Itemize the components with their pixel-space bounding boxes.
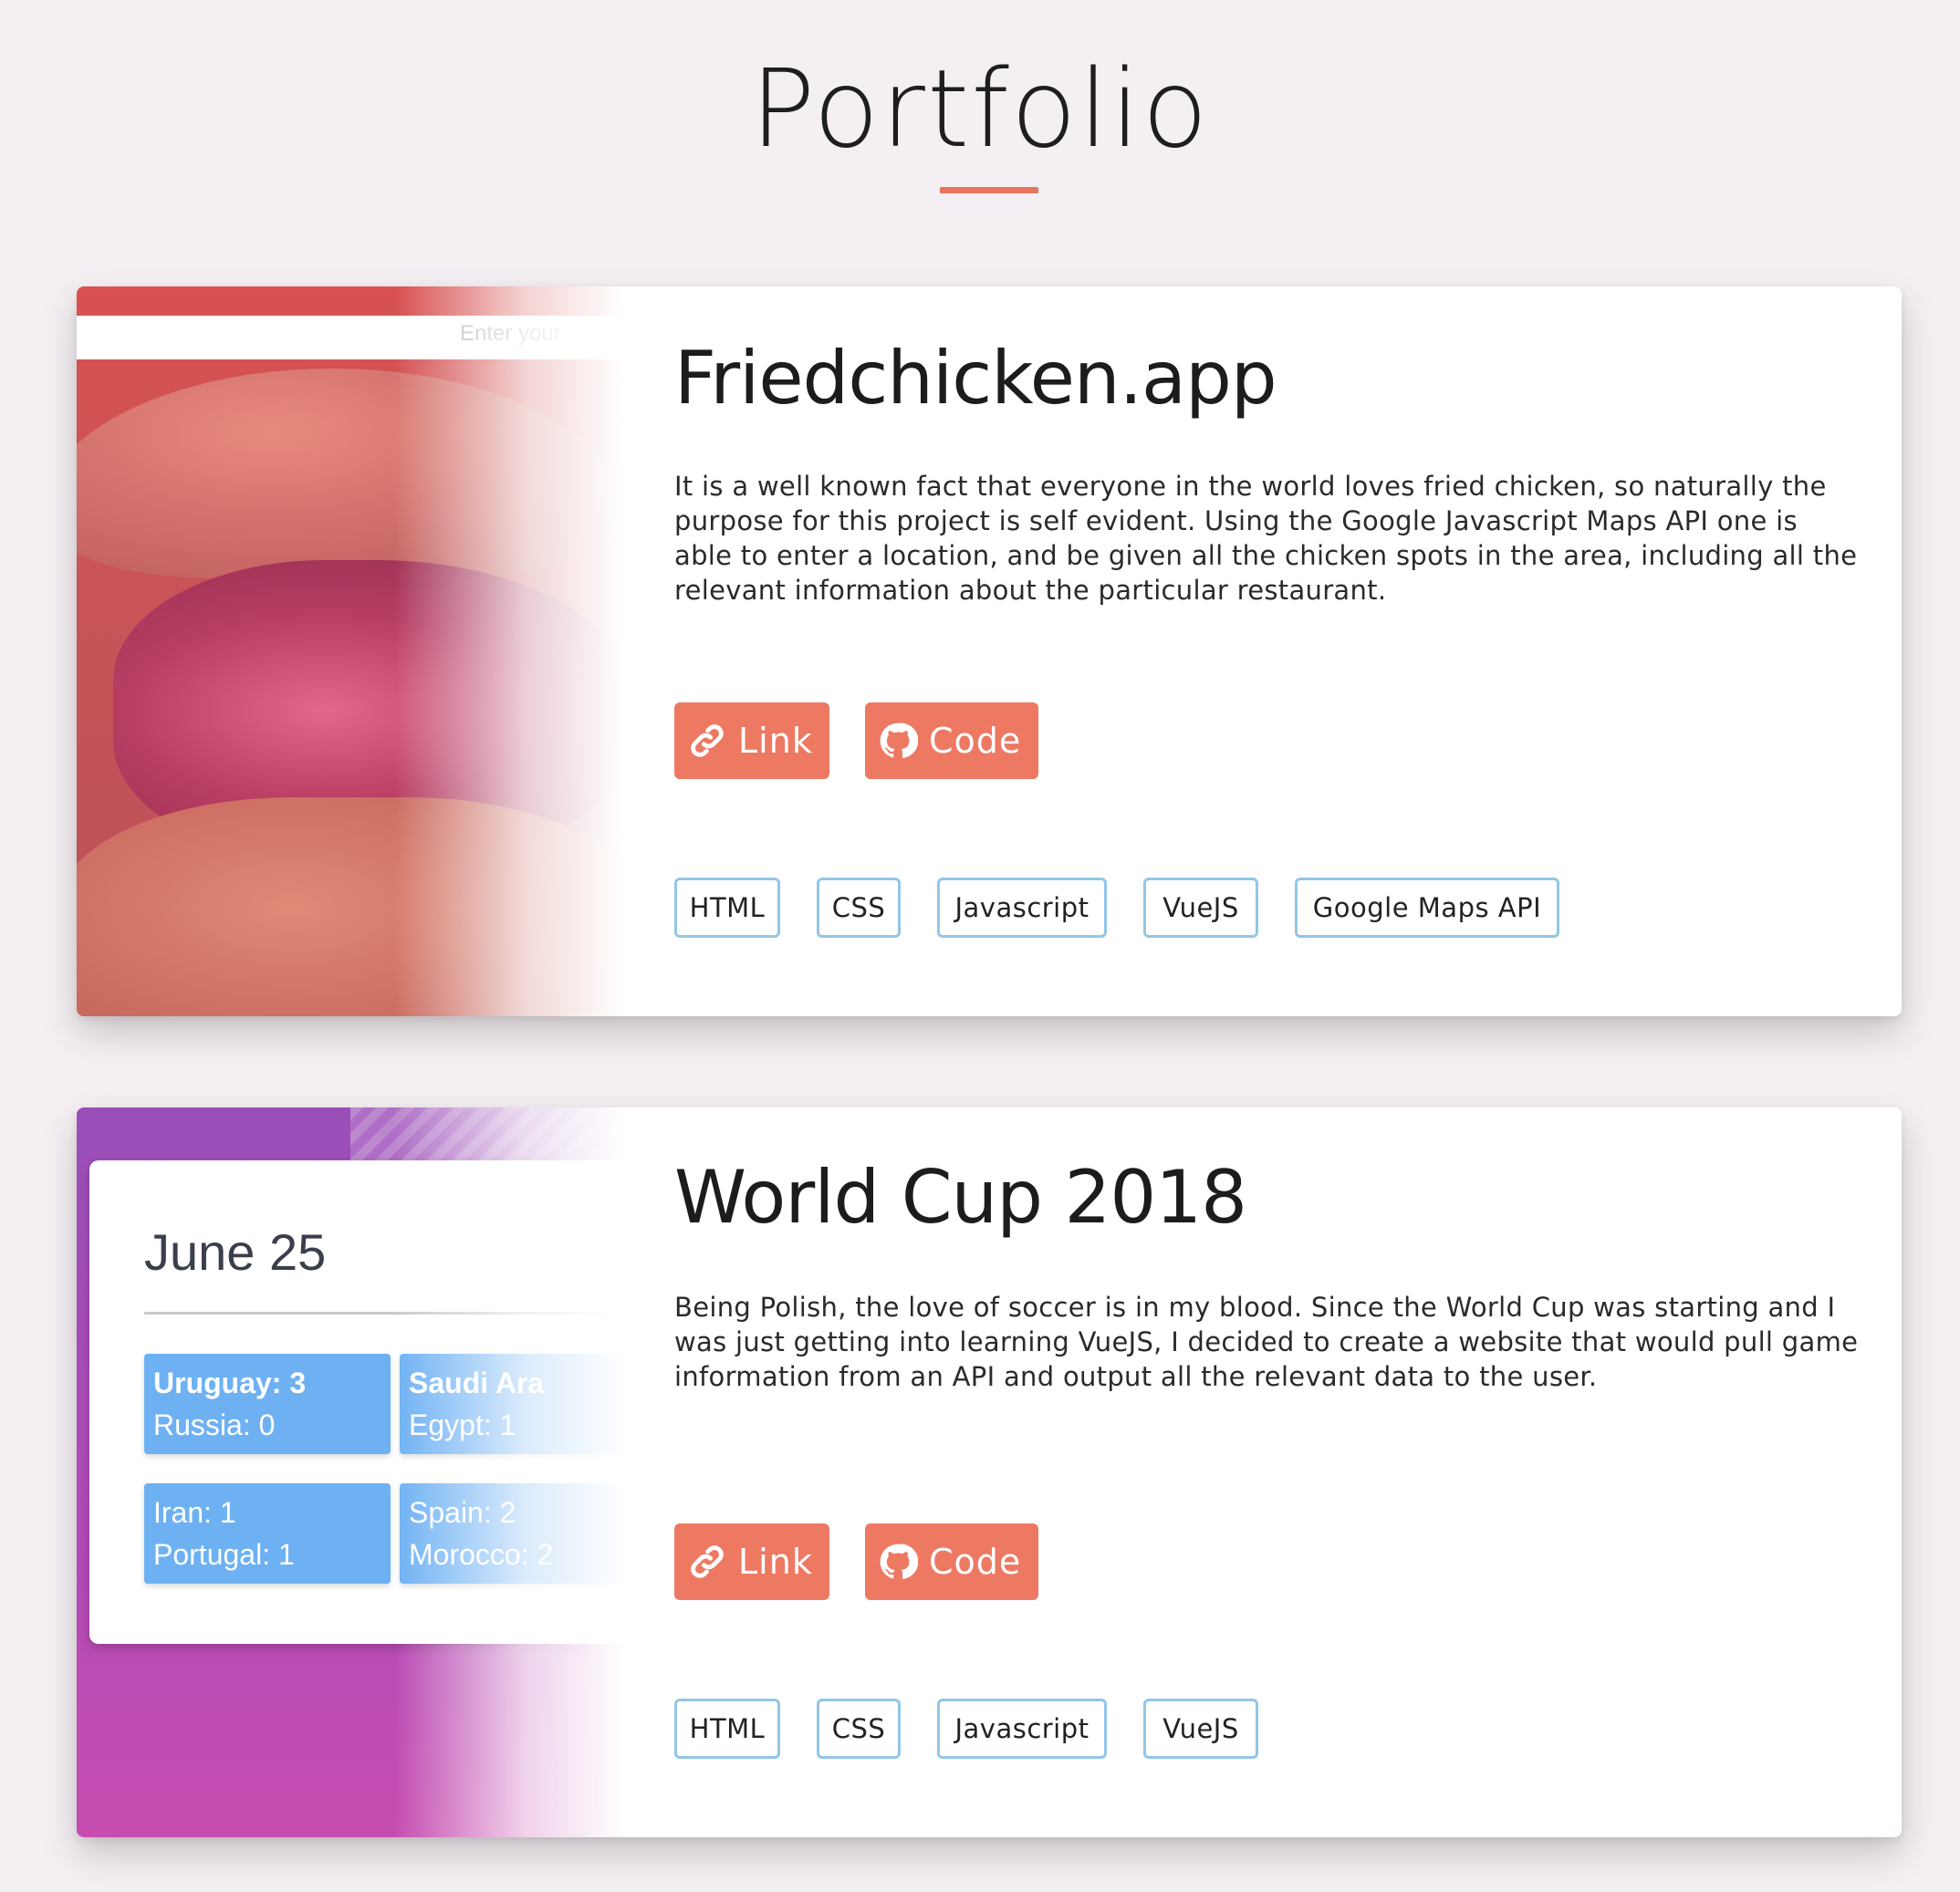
- project-thumbnail: June 25 Uruguay: 3 Russia: 0 Saudi Ara E…: [77, 1107, 624, 1837]
- link-button-label: Link: [738, 721, 813, 761]
- tag: CSS: [817, 878, 901, 938]
- tag: VueJS: [1143, 878, 1258, 938]
- match-tile: Uruguay: 3 Russia: 0: [144, 1354, 391, 1454]
- github-icon: [880, 1544, 918, 1579]
- link-button-label: Link: [738, 1542, 813, 1582]
- tag: VueJS: [1143, 1699, 1258, 1759]
- link-button[interactable]: Link: [674, 702, 829, 779]
- code-button[interactable]: Code: [865, 702, 1038, 779]
- github-icon: [880, 722, 918, 758]
- tag: Google Maps API: [1295, 878, 1559, 938]
- project-thumbnail: Enter your: [77, 286, 624, 1016]
- burger-chicken-image: [77, 797, 624, 1016]
- link-button[interactable]: Link: [674, 1523, 829, 1600]
- code-button-label: Code: [929, 721, 1022, 761]
- tag: HTML: [674, 1699, 780, 1759]
- project-card-worldcup: June 25 Uruguay: 3 Russia: 0 Saudi Ara E…: [77, 1107, 1902, 1837]
- tag: HTML: [674, 878, 780, 938]
- thumbnail-search-placeholder: Enter your: [460, 321, 561, 346]
- project-card-friedchicken: Enter your Friedchicken.app It is a well…: [77, 286, 1902, 1016]
- project-title: Friedchicken.app: [674, 336, 1277, 421]
- link-icon: [691, 724, 724, 757]
- match-panel: June 25 Uruguay: 3 Russia: 0 Saudi Ara E…: [89, 1160, 624, 1644]
- code-button[interactable]: Code: [865, 1523, 1038, 1600]
- project-description: Being Polish, the love of soccer is in m…: [674, 1292, 1859, 1392]
- match-date: June 25: [144, 1223, 327, 1281]
- match-tile: Spain: 2 Morocco: 2: [400, 1483, 624, 1584]
- tag: CSS: [817, 1699, 901, 1759]
- project-title: World Cup 2018: [674, 1155, 1247, 1240]
- project-description: It is a well known fact that everyone in…: [674, 471, 1858, 606]
- match-tile: Iran: 1 Portugal: 1: [144, 1483, 391, 1584]
- title-underline: [940, 187, 1038, 193]
- match-tile: Saudi Ara Egypt: 1: [400, 1354, 624, 1454]
- code-button-label: Code: [929, 1542, 1022, 1582]
- link-icon: [691, 1545, 724, 1578]
- tag: Javascript: [937, 1699, 1107, 1759]
- tag: Javascript: [937, 878, 1107, 938]
- page-title: Portfolio: [750, 46, 1210, 172]
- decorative-pattern: [350, 1107, 624, 1160]
